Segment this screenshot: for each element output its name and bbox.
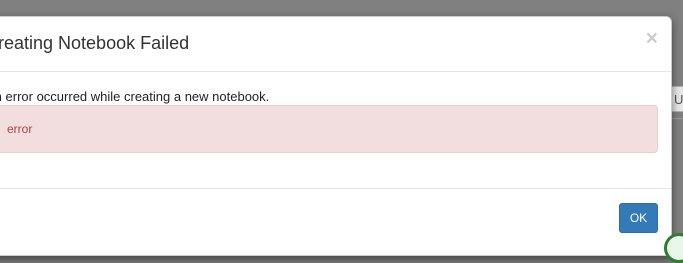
dialog-header: Creating Notebook Failed × — [0, 17, 671, 72]
close-icon[interactable]: × — [646, 28, 658, 49]
dialog-title: Creating Notebook Failed — [0, 33, 190, 53]
ok-button[interactable]: OK — [619, 203, 658, 233]
status-indicator-icon — [664, 233, 683, 263]
error-message: An error occurred while creating a new n… — [0, 89, 270, 104]
error-dialog: Creating Notebook Failed × An error occu… — [0, 16, 672, 256]
dialog-body: An error occurred while creating a new n… — [0, 72, 671, 189]
error-alert: error — [0, 105, 658, 153]
error-detail-text: error — [7, 122, 33, 136]
